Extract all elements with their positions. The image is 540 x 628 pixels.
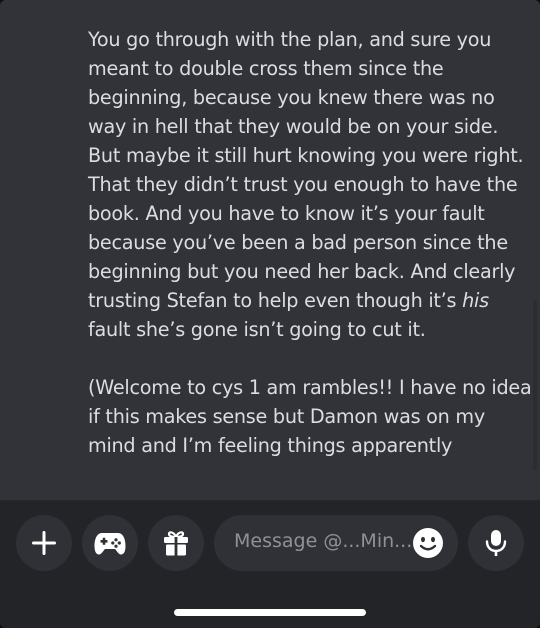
app-screen: You go through with the plan, and sure y… xyxy=(0,0,540,628)
message-line: fault she’s gone isn’t going to cut it. xyxy=(88,318,426,341)
message-line: beginning but you need her back. And cle… xyxy=(88,260,516,283)
message-line: trusting Stefan to help even though it’s… xyxy=(88,286,528,315)
gamepad-icon xyxy=(94,533,126,555)
microphone-icon xyxy=(485,530,507,556)
message-line: beginning, because you knew there was no xyxy=(88,86,495,109)
message-line: That they didn’t trust you enough to hav… xyxy=(88,173,518,196)
message-input-placeholder: Message @...Min... xyxy=(234,530,413,552)
gift-icon xyxy=(164,531,188,556)
message-text: You go through with the plan, and sure y… xyxy=(88,25,532,460)
activities-button[interactable] xyxy=(82,515,138,571)
message-line: mind and I’m feeling things apparently xyxy=(88,434,453,457)
message-line: if this makes sense but Damon was on my xyxy=(88,405,485,428)
message-line: book. And you have to know it’s your fau… xyxy=(88,202,485,225)
message-line: meant to double cross them since the xyxy=(88,57,444,80)
message-line-text: trusting Stefan to help even though it’s xyxy=(88,289,463,312)
message-area: You go through with the plan, and sure y… xyxy=(0,0,540,500)
message-line: way in hell that they would be on your s… xyxy=(88,115,499,138)
message-line: (Welcome to cys 1 am rambles!! I have no… xyxy=(88,376,532,399)
home-indicator[interactable] xyxy=(174,609,366,616)
message-line: But maybe it still hurt knowing you were… xyxy=(88,144,524,167)
message-composer: Message @...Min... xyxy=(0,500,540,628)
message-italic-text: his xyxy=(462,289,489,312)
voice-message-button[interactable] xyxy=(468,515,524,571)
emoji-icon[interactable] xyxy=(412,527,444,559)
message-line: You go through with the plan, and sure y… xyxy=(88,28,492,51)
message-line: because you’ve been a bad person since t… xyxy=(88,231,508,254)
scrollbar[interactable] xyxy=(533,300,537,470)
gift-button[interactable] xyxy=(148,515,204,571)
add-attachment-button[interactable] xyxy=(16,515,72,571)
plus-icon xyxy=(32,531,56,555)
message-input[interactable]: Message @...Min... xyxy=(214,515,458,571)
